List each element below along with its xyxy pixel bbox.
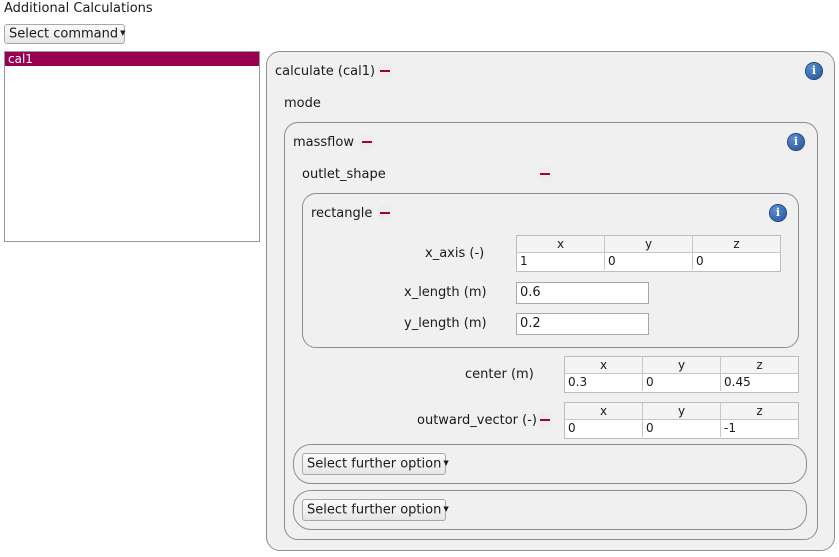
calculate-title: calculate (cal1): [275, 64, 376, 79]
select-further-option-label: Select further option: [307, 502, 442, 518]
y-length-field[interactable]: 0.2: [516, 313, 649, 335]
column-header: x: [565, 357, 643, 373]
x-axis-x-cell[interactable]: 1: [517, 253, 605, 270]
outward-vector-label: outward_vector (-): [417, 413, 537, 428]
page-title: Additional Calculations: [4, 1, 153, 16]
center-z-cell[interactable]: 0.45: [721, 374, 798, 391]
minus-icon[interactable]: [377, 63, 393, 79]
x-axis-y-cell[interactable]: 0: [605, 253, 693, 270]
info-icon[interactable]: i: [788, 134, 804, 150]
center-y-cell[interactable]: 0: [643, 374, 721, 391]
center-x-cell[interactable]: 0.3: [565, 374, 643, 391]
center-label: center (m): [465, 367, 534, 382]
x-axis-table: x y z 1 0 0: [516, 235, 781, 272]
outward-vector-x-cell[interactable]: 0: [565, 420, 643, 437]
calc-list[interactable]: cal1: [4, 51, 260, 242]
minus-icon[interactable]: [537, 412, 553, 428]
info-icon[interactable]: i: [770, 205, 786, 221]
center-table: x y z 0.3 0 0.45: [564, 356, 799, 393]
info-icon[interactable]: i: [806, 63, 822, 79]
minus-icon[interactable]: [377, 205, 393, 221]
select-further-option-button-2[interactable]: Select further option ▼: [302, 499, 449, 521]
chevron-down-icon: ▼: [443, 459, 449, 467]
outward-vector-y-cell[interactable]: 0: [643, 420, 721, 437]
x-axis-label: x_axis (-): [425, 246, 485, 261]
column-header: z: [733, 237, 740, 251]
column-header: x: [517, 236, 605, 252]
outward-vector-table: x y z 0 0 -1: [564, 402, 799, 439]
minus-icon[interactable]: [359, 134, 375, 150]
column-header: y: [643, 403, 721, 419]
outward-vector-z-cell[interactable]: -1: [721, 420, 798, 437]
mode-label: mode: [284, 96, 321, 111]
column-header: x: [565, 403, 643, 419]
chevron-down-icon: ▼: [120, 29, 126, 37]
massflow-title: massflow: [293, 135, 354, 150]
column-header: z: [756, 404, 763, 418]
column-header: z: [756, 358, 763, 372]
select-command-label: Select command: [9, 26, 119, 42]
select-further-option-label: Select further option: [307, 456, 442, 472]
x-axis-z-cell[interactable]: 0: [693, 253, 780, 270]
chevron-down-icon: ▼: [443, 505, 449, 513]
x-length-field[interactable]: 0.6: [516, 282, 649, 304]
column-header: y: [605, 236, 693, 252]
select-command-button[interactable]: Select command ▼: [4, 24, 126, 44]
x-length-label: x_length (m): [404, 285, 487, 300]
y-length-label: y_length (m): [404, 316, 487, 331]
outlet-shape-label: outlet_shape: [302, 167, 386, 182]
rectangle-title: rectangle: [311, 206, 373, 221]
minus-icon[interactable]: [537, 166, 553, 182]
column-header: y: [643, 357, 721, 373]
list-item[interactable]: cal1: [5, 52, 259, 66]
select-further-option-button-1[interactable]: Select further option ▼: [302, 453, 449, 475]
